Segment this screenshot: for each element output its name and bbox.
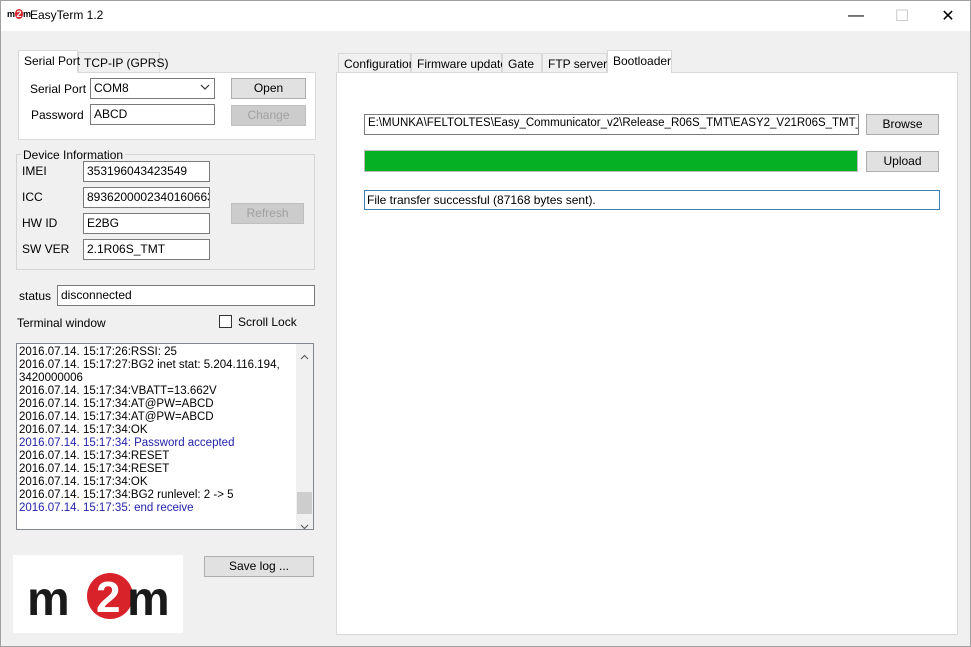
tab-gate[interactable]: Gate [502, 53, 542, 73]
terminal-scrollbar[interactable] [296, 344, 313, 529]
tab-bootloader[interactable]: Bootloader [607, 50, 672, 73]
password-label: Password [31, 108, 84, 122]
terminal-line: 2016.07.14. 15:17:27:BG2 inet stat: 5.20… [19, 359, 280, 371]
status-label: status [19, 289, 52, 303]
transfer-message-field[interactable]: File transfer successful (87168 bytes se… [364, 190, 940, 210]
close-button[interactable]: ✕ [925, 0, 971, 31]
scroll-lock-label: Scroll Lock [238, 315, 297, 329]
tab-firmware-update[interactable]: Firmware update [411, 53, 507, 73]
icc-label: ICC [22, 190, 43, 204]
terminal-line: 2016.07.14. 15:17:34:RESET [19, 450, 170, 462]
m2m-logo: m 2 m [13, 555, 183, 633]
terminal-line: 2016.07.14. 15:17:26:RSSI: 25 [19, 346, 177, 358]
terminal-line: 2016.07.14. 15:17:34:OK [19, 476, 148, 488]
change-button: Change [231, 105, 306, 126]
window-title: EasyTerm 1.2 [30, 8, 104, 22]
save-log-button[interactable]: Save log ... [204, 556, 314, 577]
terminal-line: 2016.07.14. 15:17:35: end receive [19, 502, 194, 514]
terminal-log[interactable]: 2016.07.14. 15:17:26:RSSI: 25 2016.07.14.… [16, 343, 314, 530]
sw-ver-label: SW VER [22, 242, 70, 256]
hw-id-field[interactable]: E2BG [83, 213, 210, 234]
minimize-icon: — [848, 6, 864, 24]
scroll-lock-checkbox[interactable] [219, 315, 232, 328]
scroll-up-icon[interactable] [300, 349, 309, 363]
refresh-button: Refresh [231, 203, 304, 224]
upload-button[interactable]: Upload [866, 151, 939, 172]
icc-field[interactable]: 8936200002340160663 [83, 187, 210, 208]
sw-ver-field[interactable]: 2.1R06S_TMT [83, 239, 210, 260]
close-icon: ✕ [941, 7, 955, 25]
svg-text:m: m [27, 573, 70, 626]
svg-text:m: m [127, 573, 170, 626]
file-path-field[interactable]: E:\MUNKA\FELTOLTES\Easy_Communicator_v2\… [364, 114, 859, 135]
chevron-down-icon [200, 82, 210, 95]
terminal-line: 2016.07.14. 15:17:34:OK [19, 424, 148, 436]
title-bar [0, 0, 971, 31]
maximize-button: ☐ [879, 0, 925, 31]
maximize-icon: ☐ [894, 7, 910, 25]
open-button[interactable]: Open [231, 78, 306, 99]
terminal-line: 2016.07.14. 15:17:34:RESET [19, 463, 170, 475]
terminal-line: 2016.07.14. 15:17:34:AT@PW=ABCD [19, 411, 214, 423]
terminal-line: 2016.07.14. 15:17:34: Password accepted [19, 437, 235, 449]
terminal-line: 2016.07.14. 15:17:34:VBATT=13.662V [19, 385, 217, 397]
device-info-title: Device Information [21, 148, 126, 162]
terminal-line: 3420000006 [19, 372, 83, 384]
upload-progress-fill [365, 151, 857, 171]
browse-button[interactable]: Browse [866, 114, 939, 135]
tab-tcp-ip[interactable]: TCP-IP (GPRS) [78, 52, 168, 72]
imei-label: IMEI [22, 164, 47, 178]
terminal-line: 2016.07.14. 15:17:34:AT@PW=ABCD [19, 398, 214, 410]
tab-ftp-server[interactable]: FTP server [542, 53, 607, 73]
serial-port-label: Serial Port [30, 82, 87, 96]
tab-serial-port[interactable]: Serial Port [18, 50, 80, 73]
imei-field[interactable]: 353196043423549 [83, 161, 210, 182]
scroll-thumb[interactable] [297, 492, 312, 514]
tab-configuration[interactable]: Configuration [338, 53, 415, 73]
terminal-lines: 2016.07.14. 15:17:26:RSSI: 25 2016.07.14.… [19, 346, 297, 515]
status-field: disconnected [57, 285, 315, 306]
upload-progress-bar [364, 150, 858, 172]
hw-id-label: HW ID [22, 216, 58, 230]
app-icon: m2m [7, 9, 31, 19]
terminal-line: 2016.07.14. 15:17:34:BG2 runlevel: 2 -> … [19, 489, 234, 501]
terminal-window-label: Terminal window [17, 316, 106, 330]
password-field[interactable]: ABCD [90, 104, 215, 125]
minimize-button[interactable]: — [833, 0, 879, 31]
serial-port-select[interactable]: COM8 [90, 78, 215, 99]
m2m-logo-graphic: m 2 m [27, 573, 170, 626]
scroll-down-icon[interactable] [300, 519, 309, 529]
svg-text:2: 2 [96, 573, 120, 622]
